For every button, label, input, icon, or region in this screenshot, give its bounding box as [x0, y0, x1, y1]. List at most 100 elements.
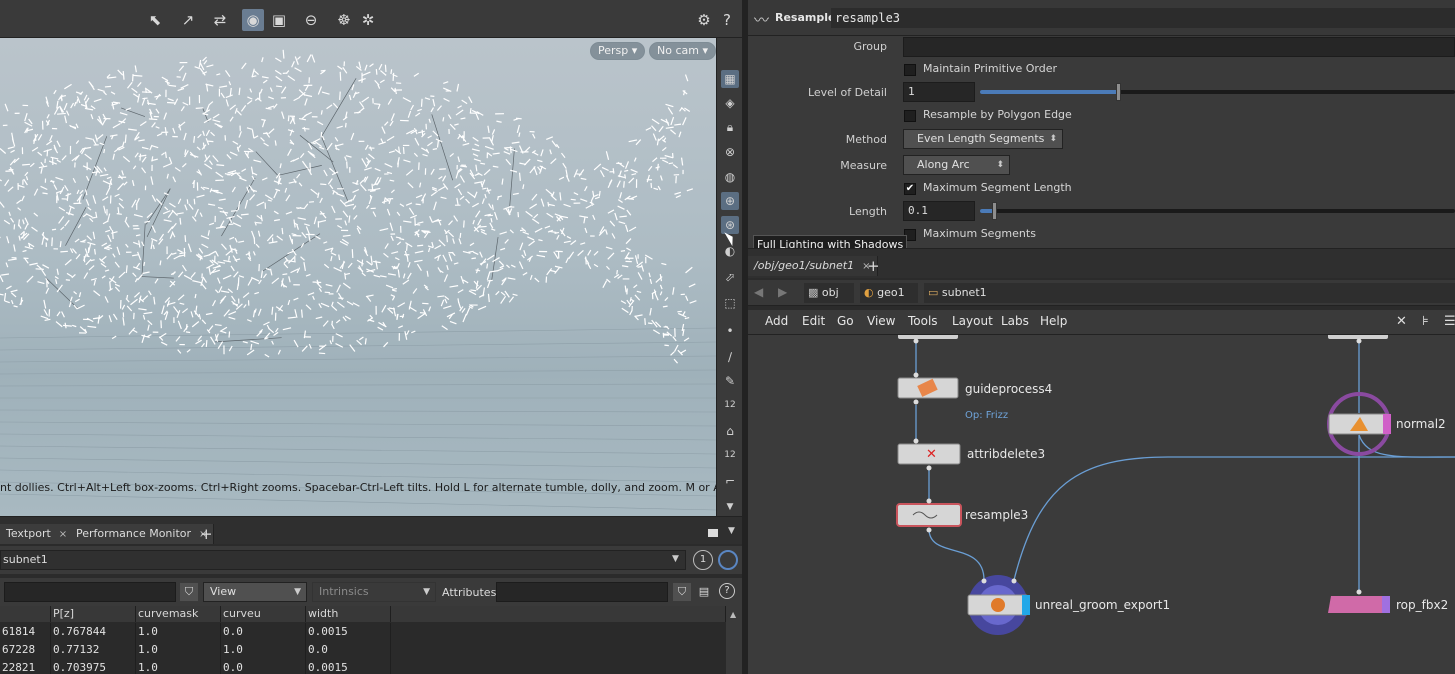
zoom-icon[interactable]: ▣ [268, 9, 290, 31]
method-dropdown[interactable]: Even Length Segments ⬍ [903, 129, 1063, 149]
handle-tool-icon[interactable]: ⇄ [209, 9, 231, 31]
point-icon[interactable]: • [721, 322, 739, 340]
no-entry-icon[interactable]: ⊖ [300, 9, 322, 31]
menu-view[interactable]: View [867, 314, 895, 328]
close-icon[interactable]: × [59, 529, 67, 540]
menu-edit[interactable]: Edit [802, 314, 825, 328]
viewport-3d[interactable]: Persp ▾ No cam ▾ nt dollies. Ctrl+Alt+Le… [0, 38, 716, 516]
column-header[interactable]: P[z] [51, 606, 136, 622]
length-slider-handle[interactable] [992, 202, 998, 220]
maintain-order-checkbox[interactable] [904, 64, 916, 76]
menu-go[interactable]: Go [837, 314, 854, 328]
column-header[interactable] [0, 606, 51, 622]
node-label[interactable]: normal2 [1396, 417, 1446, 431]
tab-textport[interactable]: Textport × [0, 524, 75, 544]
view-dropdown[interactable]: View ▼ [203, 582, 307, 602]
options-icon[interactable]: ▤ [696, 583, 712, 601]
lod-input[interactable]: 1 [903, 82, 975, 102]
snapshot-icon[interactable]: ✲ [357, 9, 379, 31]
wireframe-icon[interactable]: ▦ [721, 70, 739, 88]
wrench-icon[interactable]: ✕ [1396, 314, 1407, 329]
lod-slider[interactable] [980, 83, 1455, 101]
max-seg-length-checkbox[interactable]: ✔ [904, 183, 916, 195]
breadcrumb-geo1[interactable]: ◐ geo1 [860, 283, 918, 303]
node-label[interactable]: unreal_groom_export1 [1035, 598, 1170, 612]
prim-numbers-icon[interactable]: 12 [721, 446, 739, 464]
node-rop-fbx2[interactable] [1328, 596, 1390, 613]
select-tool-icon[interactable]: ⬉ [144, 9, 166, 31]
scroll-down-icon[interactable]: ▼ [721, 498, 739, 516]
persp-menu[interactable]: Persp ▾ [590, 42, 646, 60]
list-icon[interactable]: ☰ [1444, 314, 1455, 329]
menu-layout[interactable]: Layout [952, 314, 993, 328]
tab-network[interactable]: /obj/geo1/subnet1 × [748, 256, 878, 276]
attributes-input[interactable] [496, 582, 668, 602]
view-tool-icon[interactable]: ⬀ [721, 268, 739, 286]
brush-icon[interactable]: ∕ [721, 348, 739, 366]
headlight-icon[interactable]: ◍ [721, 168, 739, 186]
node-label[interactable]: guideprocess4 [965, 382, 1052, 396]
column-header[interactable]: curvemask [136, 606, 221, 622]
transform-tool-icon[interactable]: ↗ [177, 9, 199, 31]
menu-help[interactable]: Help [1040, 314, 1067, 328]
ghost-icon[interactable]: ◈ [721, 94, 739, 112]
chevron-down-icon[interactable]: ▼ [728, 526, 735, 536]
spreadsheet-scrollbar[interactable]: ▲ [726, 606, 742, 674]
corner-icon[interactable]: ⌐ [721, 472, 739, 490]
page-number-badge[interactable]: 1 [693, 550, 713, 570]
add-tab-button[interactable]: + [200, 524, 213, 544]
node-path-field[interactable]: subnet1 [0, 550, 686, 570]
camera-menu[interactable]: No cam ▾ [649, 42, 716, 60]
menu-add[interactable]: Add [765, 314, 788, 328]
light-off-icon[interactable]: ⊗ [721, 143, 739, 161]
breadcrumb-subnet1[interactable]: ▭ subnet1 [924, 283, 1455, 303]
settings-icon[interactable]: ⚙ [693, 9, 715, 31]
node-clipped[interactable] [1328, 335, 1388, 339]
camera-icon[interactable]: ☸ [333, 9, 355, 31]
lock-icon[interactable]: 🔒︎ [721, 118, 739, 136]
resample-edge-checkbox[interactable] [904, 110, 916, 122]
snap-icon[interactable]: ⬚ [721, 294, 739, 312]
pane-splitter[interactable] [748, 248, 1455, 256]
maximize-icon[interactable] [708, 529, 718, 537]
pin-icon[interactable] [718, 550, 738, 570]
menu-tools[interactable]: Tools [908, 314, 938, 328]
help-icon[interactable]: ? [716, 9, 738, 31]
paint-icon[interactable]: ⌂ [721, 422, 739, 440]
pen-icon[interactable]: ✎ [721, 372, 739, 390]
menu-labs[interactable]: Labs [1001, 314, 1029, 328]
node-resample3[interactable] [896, 503, 962, 527]
node-label[interactable]: resample3 [965, 508, 1028, 522]
forward-arrow-icon[interactable]: ▶ [778, 285, 787, 299]
node-name-input[interactable]: resample3 [831, 8, 1455, 28]
tab-performance-monitor[interactable]: Performance Monitor × [70, 524, 215, 544]
lod-slider-handle[interactable] [1115, 83, 1121, 101]
shadow-icon[interactable]: ◐ [721, 242, 739, 260]
node-label[interactable]: rop_fbx2 [1396, 598, 1448, 612]
breadcrumb-obj[interactable]: ▩ obj [804, 283, 854, 303]
node-label[interactable]: attribdelete3 [967, 447, 1045, 461]
pane-splitter[interactable] [0, 516, 742, 524]
group-input[interactable] [903, 37, 1455, 57]
filter-input[interactable] [4, 582, 176, 602]
geometry-spreadsheet[interactable]: P[z] curvemask curveu width 61814 0.7678… [0, 606, 726, 674]
back-arrow-icon[interactable]: ◀ [754, 285, 763, 299]
point-numbers-icon[interactable]: 12 [721, 396, 739, 414]
network-canvas[interactable]: ✕ guideprocess4 Op: Frizz attribdelete3 … [748, 335, 1455, 674]
node-clipped[interactable] [898, 335, 958, 339]
add-tab-button[interactable]: + [867, 256, 880, 276]
length-slider[interactable] [980, 202, 1455, 220]
column-header[interactable]: curveu [221, 606, 306, 622]
chevron-down-icon[interactable]: ▼ [672, 554, 679, 564]
display-options-icon[interactable]: ◉ [242, 9, 264, 31]
filter-icon[interactable]: ⛉ [180, 583, 198, 601]
help-icon[interactable]: ? [719, 583, 735, 599]
scroll-up-icon[interactable]: ▲ [730, 610, 736, 619]
intrinsics-dropdown[interactable]: Intrinsics ▼ [312, 582, 436, 602]
length-input[interactable]: 0.1 [903, 201, 975, 221]
filter-icon[interactable]: ⛉ [673, 583, 691, 601]
measure-dropdown[interactable]: Along Arc ⬍ [903, 155, 1010, 175]
light-icon[interactable]: ⊕ [721, 192, 739, 210]
column-header[interactable]: width [306, 606, 391, 622]
tree-icon[interactable]: ⊧ [1422, 314, 1429, 329]
